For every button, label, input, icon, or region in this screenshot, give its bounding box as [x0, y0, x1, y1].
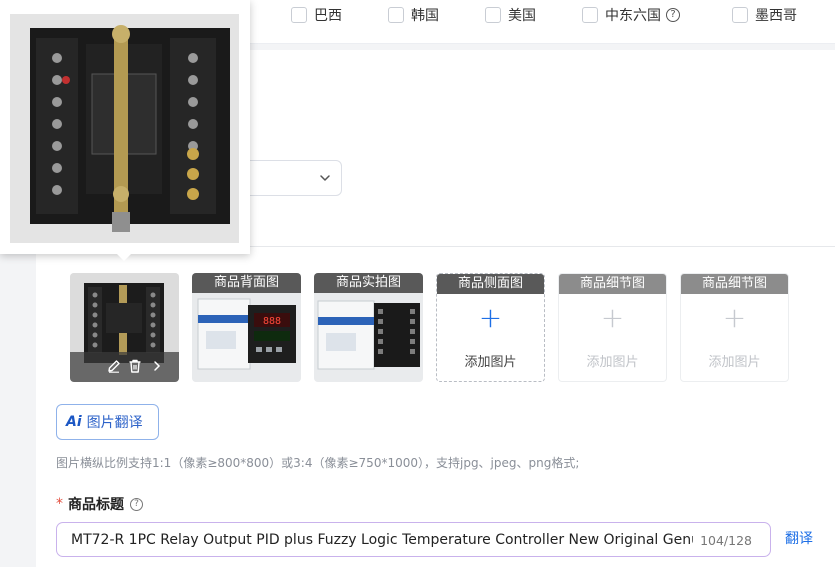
- product-image-relay-large: [10, 14, 239, 243]
- plus-icon: +: [478, 301, 503, 334]
- checkbox-box[interactable]: [291, 7, 307, 23]
- country-checkbox-brazil[interactable]: 巴西: [291, 5, 342, 25]
- translate-link[interactable]: 翻译: [785, 528, 813, 548]
- page: 巴西 韩国 美国 中东六国 ? 墨西哥 商品背面图 888 商品实拍图 商品侧面…: [0, 0, 835, 567]
- country-label: 美国: [508, 8, 536, 24]
- country-label: 韩国: [411, 8, 439, 24]
- image-slot-back[interactable]: 商品背面图 888: [192, 273, 301, 382]
- country-label: 中东六国: [605, 8, 661, 24]
- slot-tag: 商品细节图: [681, 274, 788, 294]
- required-mark: *: [56, 496, 63, 512]
- country-checkbox-mexico[interactable]: 墨西哥: [732, 5, 797, 25]
- slot-tag: 商品实拍图: [314, 273, 423, 293]
- ai-translate-label: 图片翻译: [86, 415, 143, 431]
- chevron-right-icon[interactable]: [150, 358, 164, 378]
- chevron-down-icon: [320, 175, 330, 181]
- ai-image-translate-button[interactable]: Ai 图片翻译: [56, 404, 159, 440]
- image-slot-photo[interactable]: 商品实拍图: [314, 273, 423, 382]
- delete-icon[interactable]: [127, 358, 143, 378]
- image-preview-popup: [0, 0, 250, 254]
- character-count: 104/128: [700, 533, 752, 548]
- checkbox-box[interactable]: [388, 7, 404, 23]
- product-title-input[interactable]: MT72-R 1PC Relay Output PID plus Fuzzy L…: [56, 522, 771, 557]
- plus-icon: +: [722, 301, 747, 334]
- country-label: 墨西哥: [755, 8, 797, 24]
- ai-icon: Ai: [66, 414, 82, 430]
- country-checkbox-korea[interactable]: 韩国: [388, 5, 439, 25]
- country-checkbox-usa[interactable]: 美国: [485, 5, 536, 25]
- checkbox-box[interactable]: [732, 7, 748, 23]
- product-title-text: 商品标题: [68, 497, 124, 513]
- preview-image: [10, 14, 239, 243]
- popup-arrow: [116, 253, 132, 261]
- checkbox-box[interactable]: [582, 7, 598, 23]
- country-checkbox-middle-east[interactable]: 中东六国 ?: [582, 5, 680, 25]
- country-label: 巴西: [314, 8, 342, 24]
- slot-tag: 商品背面图: [192, 273, 301, 293]
- image-slot-side-add[interactable]: 商品侧面图 + 添加图片: [436, 273, 545, 382]
- help-icon[interactable]: ?: [666, 8, 680, 22]
- image-format-hint: 图片横纵比例支持1:1（像素≥800*800）或3:4（像素≥750*1000）…: [56, 456, 580, 470]
- slot-tag: 商品细节图: [559, 274, 666, 294]
- product-title-label: * 商品标题 ?: [56, 494, 143, 514]
- svg-text:888: 888: [263, 316, 281, 327]
- help-icon[interactable]: ?: [130, 497, 143, 511]
- add-image-label: 添加图片: [464, 355, 517, 370]
- add-image-label: 添加图片: [708, 355, 761, 370]
- edit-icon[interactable]: [106, 358, 122, 378]
- checkbox-box[interactable]: [485, 7, 501, 23]
- image-slot-detail-2: 商品细节图 + 添加图片: [680, 273, 789, 382]
- product-title-value[interactable]: MT72-R 1PC Relay Output PID plus Fuzzy L…: [71, 532, 693, 548]
- slot-tag: 商品侧面图: [437, 274, 544, 294]
- image-toolbar: [70, 352, 179, 382]
- image-slot-main[interactable]: [70, 273, 179, 382]
- image-slot-detail-1: 商品细节图 + 添加图片: [558, 273, 667, 382]
- plus-icon: +: [600, 301, 625, 334]
- add-image-label: 添加图片: [586, 355, 639, 370]
